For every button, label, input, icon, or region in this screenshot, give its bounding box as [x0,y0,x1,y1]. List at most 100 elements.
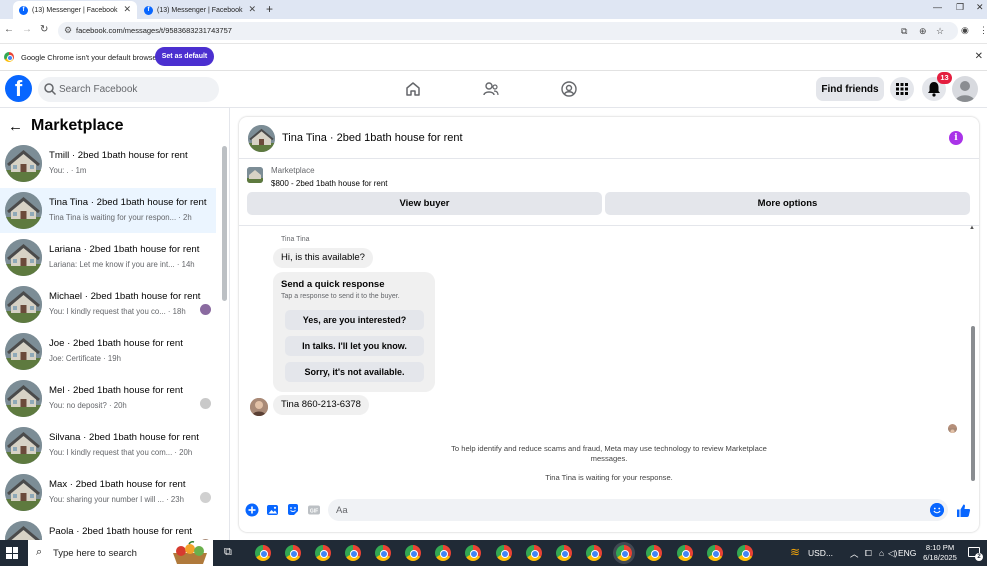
search-input[interactable] [59,81,214,98]
message-bubble: Hi, is this available? [273,248,373,268]
taskbar-search[interactable]: ⌕ Type here to search [28,540,213,566]
chrome-app-icon[interactable] [616,545,632,561]
quick-response-in-talks-button[interactable]: In talks. I'll let you know. [285,336,424,356]
task-view-icon[interactable]: ⧉ [224,546,232,559]
chrome-app-icon[interactable] [677,545,693,561]
quick-response-not-available-button[interactable]: Sorry, it's not available. [285,362,424,382]
conversation-item[interactable]: Paola · 2bed 1bath house for rent [0,517,216,540]
taskbar-clock[interactable]: 8:10 PM 6/18/2025 [916,543,964,563]
chrome-menu-icon[interactable]: ⋮ [979,25,987,36]
conversation-item[interactable]: Mel · 2bed 1bath house for rent You: no d… [0,376,216,421]
conversation-item[interactable]: Joe · 2bed 1bath house for rent Joe: Cert… [0,329,216,374]
chrome-app-icon[interactable] [707,545,723,561]
conversation-item[interactable]: Lariana · 2bed 1bath house for rent Laria… [0,235,216,280]
chat-thumbnail[interactable] [248,125,275,152]
windows-start-icon[interactable] [6,547,18,559]
house-thumbnail-icon [5,333,42,370]
conversation-item[interactable]: Silvana · 2bed 1bath house for rent You: … [0,423,216,468]
default-avatar-icon [955,81,975,102]
search-box[interactable] [38,77,219,102]
windows-taskbar: ⌕ Type here to search ⧉ ≋ USD... ︿ ⧠ ⌂ ◁… [0,540,987,566]
chrome-app-icon[interactable] [737,545,753,561]
volume-icon[interactable]: ◁) [888,548,897,559]
sticker-icon[interactable] [286,503,300,517]
chrome-app-icon[interactable] [435,545,451,561]
show-hidden-icons-icon[interactable]: ︿ [850,548,859,560]
chrome-app-icon[interactable] [465,545,481,561]
house-thumbnail-icon [5,192,42,229]
chrome-app-icon[interactable] [345,545,361,561]
chrome-app-icon[interactable] [375,545,391,561]
emoji-icon[interactable] [930,503,944,517]
chrome-app-icon[interactable] [255,545,271,561]
install-app-icon[interactable]: ⧉ [901,26,907,37]
groups-icon[interactable] [560,80,578,98]
chrome-app-icon[interactable] [586,545,602,561]
facebook-logo-icon[interactable]: f [5,75,32,102]
listing-title[interactable]: $800 - 2bed 1bath house for rent [271,179,388,188]
currency-widget-text[interactable]: USD... [808,548,833,558]
zoom-icon[interactable]: ⊕ [919,26,927,37]
forward-icon[interactable]: → [22,24,32,35]
chat-scrollbar[interactable] [971,326,975,481]
account-avatar[interactable] [952,76,978,102]
bookmark-star-icon[interactable]: ☆ [936,26,944,37]
omnibox[interactable]: ⚙ facebook.com/messages/t/95836832317437… [58,22,958,40]
listing-thumbnail[interactable] [247,167,263,183]
gif-icon[interactable]: GIF [307,503,321,517]
tab-close-icon[interactable]: ✕ [248,4,256,15]
sidebar-scrollbar[interactable] [222,146,227,301]
message-input-box[interactable] [328,499,948,521]
menu-button[interactable] [890,77,914,101]
quick-response-yes-button[interactable]: Yes, are you interested? [285,310,424,330]
back-icon[interactable]: ← [4,24,14,35]
tab-messenger-2[interactable]: f (13) Messenger | Facebook ✕ [138,1,262,19]
language-indicator[interactable]: ENG [898,548,916,558]
chrome-app-icon[interactable] [496,545,512,561]
reload-icon[interactable]: ↻ [40,24,48,35]
infobar-message: Google Chrome isn't your default browser [21,53,160,62]
more-options-button[interactable]: More options [605,192,970,215]
sender-avatar[interactable] [250,398,268,416]
conversation-item[interactable]: Tmill · 2bed 1bath house for rent You: . … [0,141,216,186]
currency-widget-icon[interactable]: ≋ [790,545,800,559]
house-thumbnail [5,239,42,276]
message-input[interactable] [336,503,916,517]
conversation-item[interactable]: Michael · 2bed 1bath house for rent You: … [0,282,216,327]
house-thumbnail-icon [5,521,42,540]
minimize-icon[interactable]: — [933,2,942,12]
view-buyer-button[interactable]: View buyer [247,192,602,215]
chrome-app-icon[interactable] [646,545,662,561]
new-tab-icon[interactable]: + [266,2,273,16]
plus-circle-icon[interactable] [245,503,259,517]
chrome-app-icon[interactable] [556,545,572,561]
back-arrow-icon[interactable]: ← [8,118,23,135]
set-as-default-button[interactable]: Set as default [155,47,214,66]
chrome-app-icon[interactable] [405,545,421,561]
infobar-close-icon[interactable]: ✕ [975,51,983,62]
scroll-up-arrow-icon[interactable]: ▲ [969,225,975,231]
tab-messenger-active[interactable]: f (13) Messenger | Facebook ✕ [13,1,137,19]
conversation-item[interactable]: Max · 2bed 1bath house for rent You: shar… [0,470,216,515]
tab-close-icon[interactable]: ✕ [123,4,131,15]
screen: f (13) Messenger | Facebook ✕ f (13) Mes… [0,0,987,566]
chrome-app-icon[interactable] [526,545,542,561]
conversation-item[interactable]: Tina Tina · 2bed 1bath house for rent Tin… [0,188,216,233]
site-info-icon[interactable]: ⚙ [64,25,72,36]
chrome-app-icon[interactable] [315,545,331,561]
chrome-app-icon[interactable] [285,545,301,561]
url-text[interactable]: facebook.com/messages/t/9583683231743757 [76,26,232,35]
network-icon[interactable]: ⌂ [879,548,884,558]
thumbs-up-icon[interactable] [956,503,971,518]
profile-icon[interactable]: ◉ [961,25,969,36]
conversation-name: Silvana · 2bed 1bath house for rent [49,432,199,443]
window-close-icon[interactable]: ✕ [976,2,984,13]
friends-icon[interactable] [482,80,500,98]
tray-apps-icon[interactable]: ⧠ [865,548,872,559]
home-icon[interactable] [404,80,422,98]
find-friends-button[interactable]: Find friends [816,77,884,101]
restore-icon[interactable]: ❐ [956,2,964,13]
photo-icon[interactable] [266,503,280,517]
info-icon[interactable]: i [949,131,963,145]
conversation-name: Mel · 2bed 1bath house for rent [49,385,183,396]
